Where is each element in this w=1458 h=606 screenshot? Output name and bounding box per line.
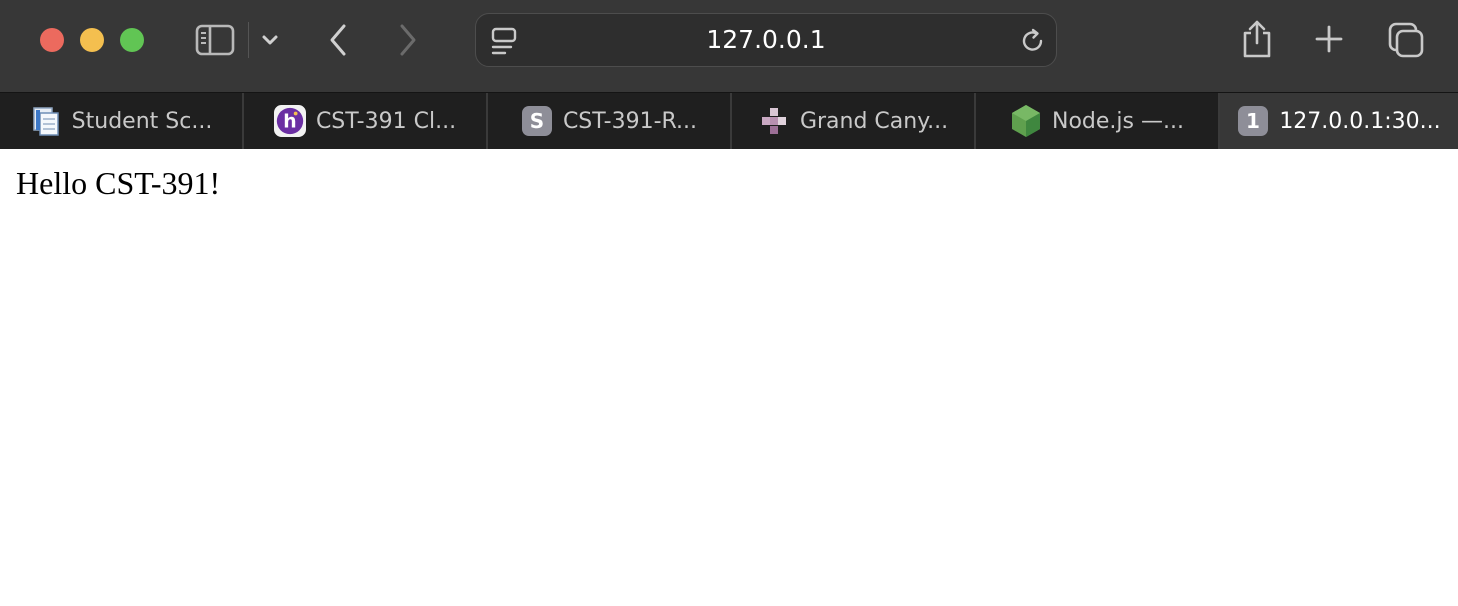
number-badge-icon: 1 — [1237, 105, 1269, 137]
minimize-window-button[interactable] — [80, 28, 104, 52]
tab-label: Student Sc... — [71, 108, 213, 134]
tab-label: CST-391-R... — [562, 108, 698, 134]
zoom-window-button[interactable] — [120, 28, 144, 52]
chevron-down-icon[interactable] — [258, 28, 282, 52]
sidebar-icon[interactable] — [194, 22, 236, 58]
page-greeting-text: Hello CST-391! — [16, 165, 221, 201]
tab-label: 127.0.0.1:30... — [1279, 108, 1441, 134]
close-window-button[interactable] — [40, 28, 64, 52]
tab-label: CST-391 Cl... — [315, 108, 457, 134]
tab-localhost-active[interactable]: 1 127.0.0.1:30... — [1220, 93, 1458, 149]
tab-overview-icon[interactable] — [1386, 20, 1426, 60]
tab-label: Grand Cany... — [799, 108, 949, 134]
share-icon[interactable] — [1238, 18, 1276, 60]
forward-arrow-icon[interactable] — [392, 20, 424, 60]
plus-icon[interactable] — [1312, 22, 1346, 56]
s-badge-letter: S — [530, 109, 544, 133]
address-bar[interactable]: 127.0.0.1 — [475, 13, 1057, 67]
blocks-icon — [758, 105, 790, 137]
tab-bar: Student Sc... h CST-391 Cl... S CST-391-… — [0, 92, 1458, 149]
nodejs-hexagon-icon — [1010, 105, 1042, 137]
document-icon — [30, 105, 62, 137]
number-badge-digit: 1 — [1246, 109, 1260, 133]
toolbar-divider — [248, 22, 249, 58]
reload-icon[interactable] — [1019, 27, 1047, 55]
browser-toolbar: 127.0.0.1 — [0, 0, 1458, 92]
h-logo-icon: h — [273, 105, 306, 137]
tab-cst-391-cl[interactable]: h CST-391 Cl... — [244, 93, 488, 149]
tab-student-sc[interactable]: Student Sc... — [0, 93, 244, 149]
tab-grand-cany[interactable]: Grand Cany... — [732, 93, 976, 149]
address-bar-url[interactable]: 127.0.0.1 — [476, 14, 1056, 65]
tab-cst-391-r[interactable]: S CST-391-R... — [488, 93, 732, 149]
tab-label: Node.js —... — [1052, 108, 1184, 134]
back-arrow-icon[interactable] — [322, 20, 354, 60]
s-badge-icon: S — [521, 105, 553, 137]
tab-nodejs[interactable]: Node.js —... — [976, 93, 1220, 149]
web-page-content: Hello CST-391! — [0, 149, 1458, 606]
